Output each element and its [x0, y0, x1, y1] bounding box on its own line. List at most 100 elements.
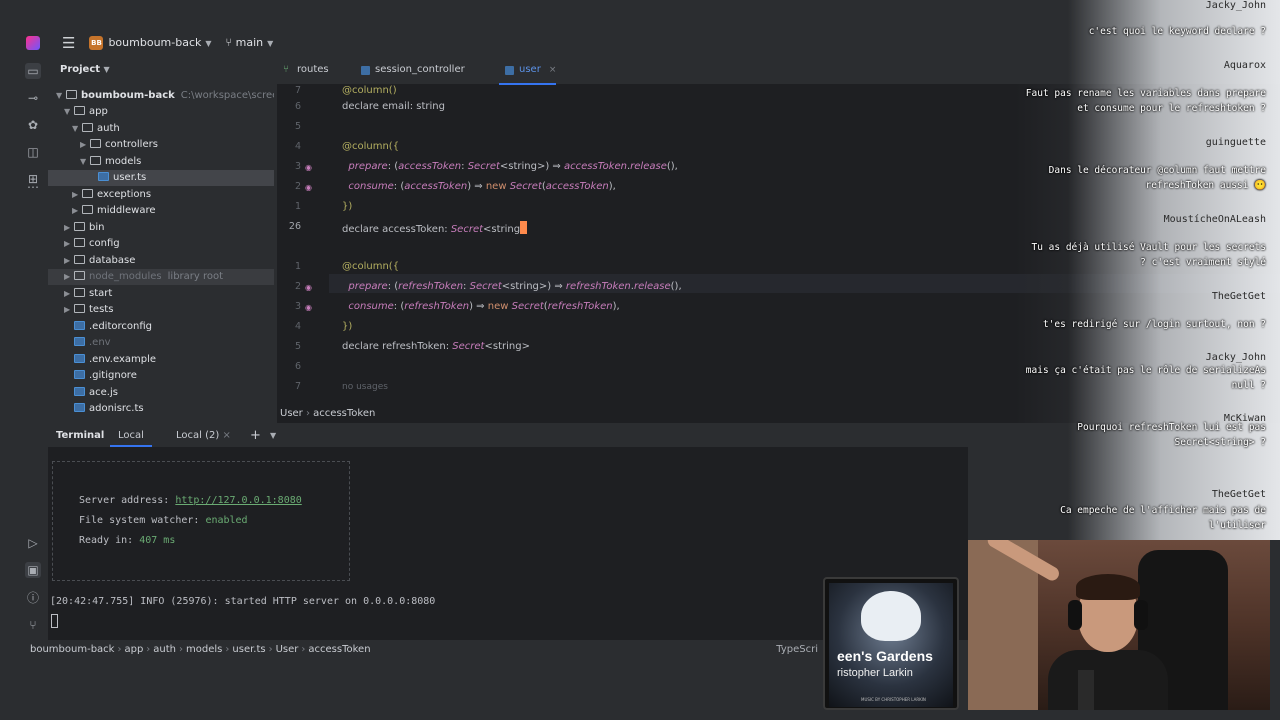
- run-icon[interactable]: ▷: [25, 535, 41, 551]
- line-number: 7: [294, 85, 301, 96]
- folder-icon: [66, 90, 77, 99]
- status-crumb[interactable]: models: [186, 644, 222, 655]
- tree-item[interactable]: ▼ auth: [48, 121, 274, 137]
- log-line: [20:42:47.755] INFO (25976): started HTT…: [50, 596, 436, 607]
- breadcrumb-item[interactable]: User: [280, 408, 303, 419]
- tree-item[interactable]: ▶ tests: [48, 302, 274, 318]
- new-tab-button[interactable]: +: [250, 425, 261, 447]
- chevron-right-icon[interactable]: ▶: [72, 187, 82, 203]
- tree-item[interactable]: adonisrc.ts: [48, 401, 274, 417]
- tree-item[interactable]: .env: [48, 335, 274, 351]
- status-crumb[interactable]: user.ts: [232, 644, 265, 655]
- tree-item[interactable]: ▶ controllers: [48, 137, 274, 153]
- gutter-marker-icon[interactable]: ◉: [305, 163, 313, 172]
- tree-item-label: .editorconfig: [89, 321, 152, 332]
- chevron-down-icon[interactable]: ▼: [80, 154, 90, 170]
- tree-item[interactable]: .editorconfig: [48, 319, 274, 335]
- ready-label: Ready in:: [79, 535, 140, 546]
- tree-item[interactable]: ▶ start: [48, 286, 274, 302]
- more-icon[interactable]: ⋯: [25, 179, 41, 195]
- album-credit: MUSIC BY CHRISTOPHER LARKIN: [861, 697, 926, 702]
- gutter-marker-icon[interactable]: ◉: [305, 183, 313, 192]
- chevron-right-icon: ›: [301, 644, 306, 655]
- chevron-right-icon[interactable]: ▶: [64, 253, 74, 269]
- tree-item[interactable]: ▼ boumboum-back C:\workspace\screenca: [48, 88, 274, 104]
- chevron-right-icon[interactable]: ▶: [64, 269, 74, 285]
- file-icon: [98, 172, 109, 181]
- folder-icon[interactable]: ▭: [25, 63, 41, 79]
- tree-item[interactable]: .gitignore: [48, 368, 274, 384]
- status-crumb[interactable]: app: [124, 644, 143, 655]
- branch-switcher[interactable]: ⑂ main ▼: [226, 36, 274, 49]
- chevron-right-icon[interactable]: ▶: [80, 137, 90, 153]
- tree-item[interactable]: ace.js: [48, 385, 274, 401]
- project-switcher[interactable]: boumboum-back ▼: [108, 36, 211, 49]
- gutter-marker-icon[interactable]: ◉: [305, 283, 313, 292]
- chevron-right-icon[interactable]: ▶: [64, 220, 74, 236]
- close-tab-icon[interactable]: ×: [222, 430, 230, 441]
- chat-username: MoustícheOnALeash: [1163, 214, 1266, 225]
- tree-item[interactable]: ▶ bin: [48, 220, 274, 236]
- chat-message: t'es redirigé sur /login surtout, non ?: [1042, 319, 1266, 330]
- tree-item[interactable]: ▶ middleware: [48, 203, 274, 219]
- close-tab-icon[interactable]: ×: [549, 65, 557, 75]
- chevron-right-icon[interactable]: ▶: [64, 286, 74, 302]
- tab-routes[interactable]: ⑂ routes: [277, 55, 329, 85]
- tree-item[interactable]: ▶ database: [48, 253, 274, 269]
- album-title: een's Gardens: [837, 648, 933, 664]
- git-icon[interactable]: ⑂: [25, 617, 41, 633]
- server-address-label: Server address:: [79, 495, 176, 506]
- album-artist: ristopher Larkin: [837, 667, 913, 679]
- tab-user[interactable]: user ×: [499, 55, 557, 85]
- tree-item-label: .env.example: [89, 354, 157, 365]
- status-crumb[interactable]: auth: [153, 644, 176, 655]
- commit-icon[interactable]: ⊸: [25, 90, 41, 106]
- chevron-down-icon[interactable]: ▼: [64, 104, 74, 120]
- tree-item[interactable]: ▶ node_modules library root: [48, 269, 274, 285]
- line-number: 4: [294, 141, 301, 152]
- routes-icon: ⑂: [283, 64, 289, 75]
- code-line: consume: (accessToken) ⇒ new Secret(acce…: [348, 181, 616, 192]
- line-number: 3: [294, 301, 301, 312]
- project-panel-header[interactable]: Project ▼: [48, 55, 274, 83]
- tree-item[interactable]: .env.example: [48, 352, 274, 368]
- chevron-down-icon[interactable]: ▼: [72, 121, 82, 137]
- line-number: 2: [294, 281, 301, 292]
- chevron-right-icon[interactable]: ▶: [64, 236, 74, 252]
- chevron-right-icon[interactable]: ▶: [72, 203, 82, 219]
- chat-username: guinguette: [1205, 137, 1266, 148]
- folder-icon: [74, 255, 85, 264]
- main-menu-icon[interactable]: ☰: [62, 34, 75, 52]
- code-line: declare accessToken: Secret<string: [342, 221, 528, 235]
- tab-session-controller[interactable]: session_controller: [355, 55, 465, 85]
- status-crumb[interactable]: boumboum-back: [30, 644, 114, 655]
- chevron-right-icon[interactable]: ▶: [64, 302, 74, 318]
- status-crumb[interactable]: accessToken: [308, 644, 370, 655]
- tree-item[interactable]: ▶ exceptions: [48, 187, 274, 203]
- tree-item[interactable]: ▼ models: [48, 154, 274, 170]
- plugin-icon[interactable]: ✿: [25, 117, 41, 133]
- breadcrumb-item[interactable]: accessToken: [313, 408, 375, 419]
- chevron-down-icon[interactable]: ▼: [56, 88, 66, 104]
- ready-value: 407 ms: [139, 535, 176, 546]
- line-number: 6: [294, 361, 301, 372]
- language-indicator[interactable]: TypeScri: [776, 641, 818, 659]
- tab-local[interactable]: Local: [110, 425, 152, 447]
- tree-item[interactable]: ▶ config: [48, 236, 274, 252]
- chevron-down-icon[interactable]: ▼: [270, 425, 276, 447]
- line-number: 1: [294, 261, 301, 272]
- problems-icon[interactable]: ⓘ: [25, 590, 41, 606]
- line-number: 1: [294, 201, 301, 212]
- terminal-icon[interactable]: ▣: [25, 562, 41, 578]
- ide-logo-icon[interactable]: [26, 35, 40, 50]
- tree-item-label: auth: [97, 123, 120, 134]
- server-url-link[interactable]: http://127.0.0.1:8080: [175, 495, 301, 506]
- tab-local-2[interactable]: Local (2) ×: [176, 425, 231, 447]
- folder-icon: [74, 106, 85, 115]
- terminal-cursor[interactable]: [51, 614, 58, 628]
- gutter-marker-icon[interactable]: ◉: [305, 303, 313, 312]
- tree-item[interactable]: user.ts: [48, 170, 274, 186]
- database-icon[interactable]: ◫: [25, 144, 41, 160]
- tree-item[interactable]: ▼ app: [48, 104, 274, 120]
- status-crumb[interactable]: User: [276, 644, 299, 655]
